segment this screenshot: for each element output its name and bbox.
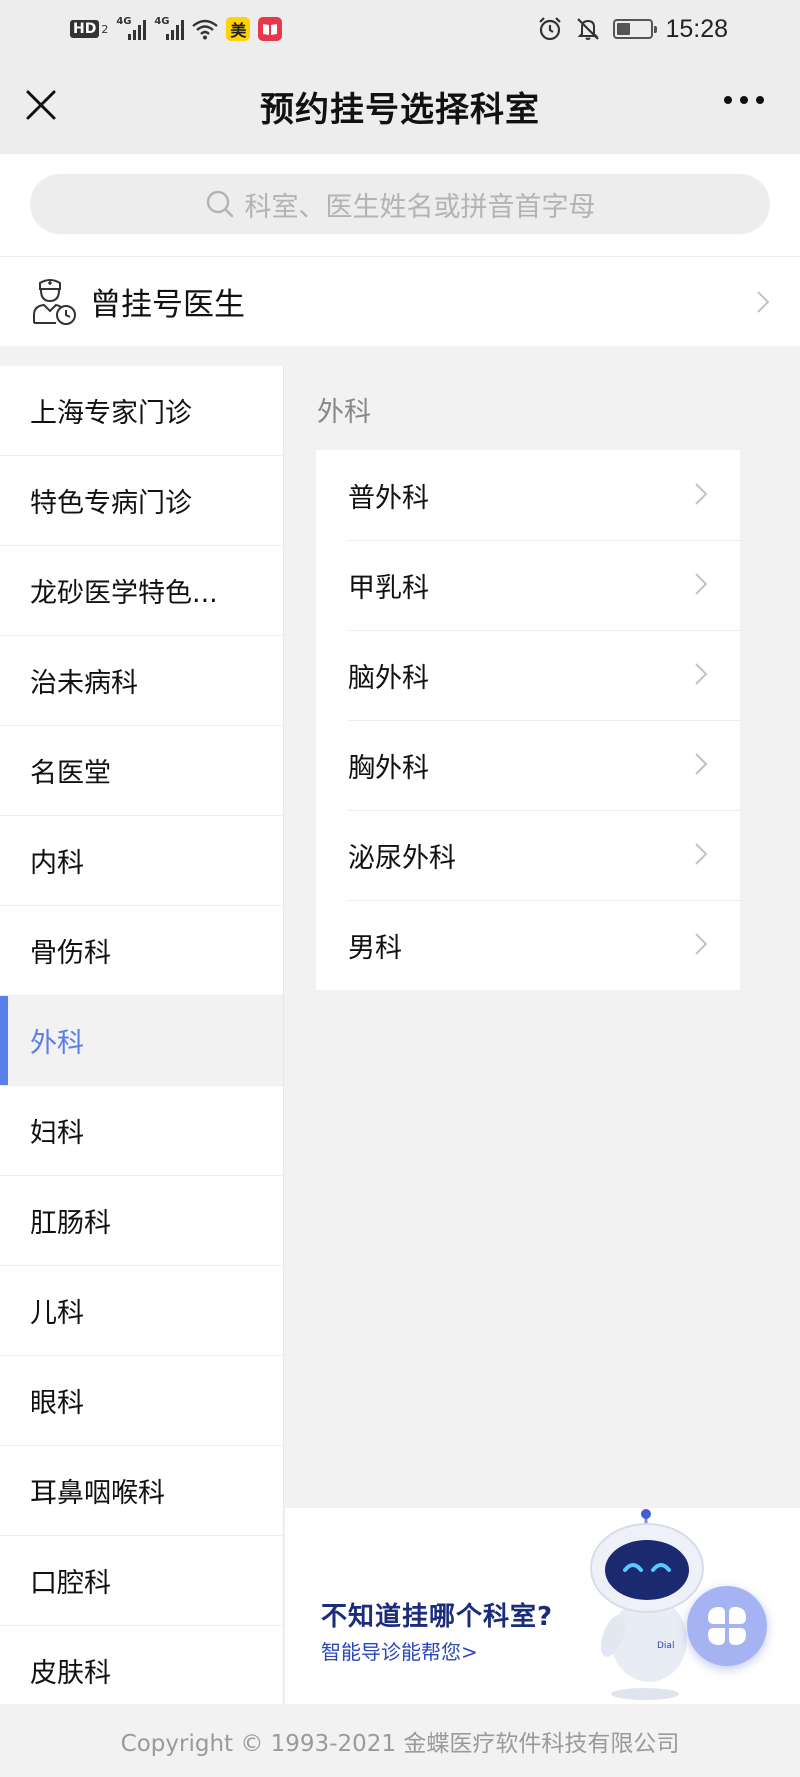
doctor-history-icon [33, 278, 76, 325]
department-item[interactable]: 脑外科 [316, 630, 740, 720]
battery-icon [613, 19, 658, 39]
sidebar-item-label: 皮肤科 [30, 1658, 111, 1689]
chevron-right-icon [695, 843, 708, 865]
chevron-right-icon [695, 573, 708, 595]
page-title: 预约挂号选择科室 [260, 89, 540, 130]
sidebar-item-label: 特色专病门诊 [30, 488, 192, 519]
department-label: 男科 [348, 932, 402, 964]
sidebar-item[interactable]: 肛肠科 [0, 1176, 283, 1266]
sidebar-item-label: 眼科 [30, 1388, 84, 1419]
department-item[interactable]: 泌尿外科 [316, 810, 740, 900]
robot-chest-label: Dial [657, 1641, 674, 1651]
sidebar-item[interactable]: 治未病科 [0, 636, 283, 726]
four-leaf-icon [708, 1607, 746, 1645]
nav-bar: 预约挂号选择科室 [0, 58, 800, 154]
sidebar-item[interactable]: 耳鼻咽喉科 [0, 1446, 283, 1536]
network-type-1: 4G [116, 16, 132, 27]
sidebar-item[interactable]: 皮肤科 [0, 1626, 283, 1704]
status-bar: HD 2 4G 4G 美 15:28 [0, 0, 800, 58]
status-right: 15:28 [537, 15, 728, 44]
alarm-icon [539, 17, 562, 41]
battery-fill [617, 23, 631, 35]
meituan-app-icon: 美 [226, 17, 251, 41]
sidebar-item[interactable]: 眼科 [0, 1356, 283, 1446]
mute-bell-icon [577, 18, 600, 40]
hd-sub: 2 [101, 22, 109, 36]
sidebar-item[interactable]: 上海专家门诊 [0, 366, 283, 456]
sidebar-item-label: 耳鼻咽喉科 [30, 1478, 165, 1509]
smart-guide-banner[interactable]: 不知道挂哪个科室? 智能导诊能帮您> Dial [285, 1508, 800, 1704]
more-dot-icon [724, 96, 732, 104]
copyright-text: Copyright © 1993-2021 金蝶医疗软件科技有限公司 [120, 1730, 680, 1757]
department-content: 外科 普外科 甲乳科 脑外科 胸外科 泌尿外科 男科 [285, 366, 800, 1508]
more-dot-icon [740, 96, 748, 104]
department-label: 胸外科 [348, 752, 429, 784]
sidebar-item-label: 龙砂医学特色... [30, 578, 218, 609]
sidebar-item[interactable]: 特色专病门诊 [0, 456, 283, 546]
network-type-2: 4G [154, 16, 170, 27]
category-title: 外科 [317, 397, 371, 428]
sidebar-item[interactable]: 名医堂 [0, 726, 283, 816]
sidebar-item[interactable]: 龙砂医学特色... [0, 546, 283, 636]
department-label: 泌尿外科 [348, 842, 456, 874]
department-label: 普外科 [348, 482, 429, 514]
sidebar-item[interactable]: 口腔科 [0, 1536, 283, 1626]
sidebar-item-label: 妇科 [30, 1118, 84, 1149]
department-item[interactable]: 胸外科 [316, 720, 740, 810]
sidebar-item[interactable]: 外科 [0, 996, 283, 1086]
previous-doctors-row[interactable]: 曾挂号医生 [0, 256, 800, 346]
more-dot-icon [756, 96, 764, 104]
guide-subtitle-link[interactable]: 智能导诊能帮您> [321, 1636, 478, 1665]
search-section: 科室、医生姓名或拼音首字母 [0, 154, 800, 256]
wifi-icon [192, 19, 219, 40]
department-category-sidebar: 上海专家门诊 特色专病门诊 龙砂医学特色... 治未病科 名医堂 内科 骨伤科 … [0, 366, 284, 1704]
search-icon [206, 190, 233, 218]
sidebar-item-label: 骨伤科 [30, 938, 111, 969]
department-item[interactable]: 普外科 [316, 450, 740, 540]
signal-icon-1: 4G [116, 16, 147, 40]
department-label: 甲乳科 [348, 572, 429, 604]
sidebar-item-label: 内科 [30, 848, 84, 879]
copyright-footer: Copyright © 1993-2021 金蝶医疗软件科技有限公司 [0, 1704, 800, 1777]
sidebar-item-label: 名医堂 [30, 758, 111, 789]
sidebar-item-label: 治未病科 [30, 668, 138, 699]
department-list: 普外科 甲乳科 脑外科 胸外科 泌尿外科 男科 [316, 450, 740, 990]
sidebar-item-label: 儿科 [30, 1298, 84, 1329]
search-placeholder: 科室、医生姓名或拼音首字母 [244, 191, 596, 223]
more-menu-button[interactable] [724, 96, 764, 104]
status-left: HD 2 4G 4G 美 [70, 16, 283, 41]
sidebar-item[interactable]: 妇科 [0, 1086, 283, 1176]
sidebar-item[interactable]: 骨伤科 [0, 906, 283, 996]
chevron-right-icon [695, 483, 708, 505]
chevron-right-icon [695, 663, 708, 685]
chevron-right-icon [757, 291, 770, 313]
signal-icon-2: 4G [154, 16, 185, 40]
chevron-right-icon [695, 753, 708, 775]
close-icon[interactable] [24, 88, 58, 122]
department-item[interactable]: 甲乳科 [316, 540, 740, 630]
hd-badge: HD [70, 20, 100, 38]
sidebar-item[interactable]: 儿科 [0, 1266, 283, 1356]
sidebar-item[interactable]: 内科 [0, 816, 283, 906]
previous-doctors-label: 曾挂号医生 [90, 287, 245, 323]
clock: 15:28 [665, 14, 728, 43]
sidebar-item-label: 外科 [30, 1028, 84, 1059]
guide-title: 不知道挂哪个科室? [321, 1602, 554, 1632]
chevron-right-icon [695, 933, 708, 955]
reader-app-icon [258, 17, 283, 41]
guide-fab-button[interactable] [687, 1586, 767, 1666]
department-item[interactable]: 男科 [316, 900, 740, 990]
sidebar-item-label: 上海专家门诊 [30, 398, 192, 429]
sidebar-item-label: 口腔科 [30, 1568, 111, 1599]
department-label: 脑外科 [348, 662, 429, 694]
search-input[interactable]: 科室、医生姓名或拼音首字母 [30, 174, 770, 234]
sidebar-item-label: 肛肠科 [30, 1208, 111, 1239]
